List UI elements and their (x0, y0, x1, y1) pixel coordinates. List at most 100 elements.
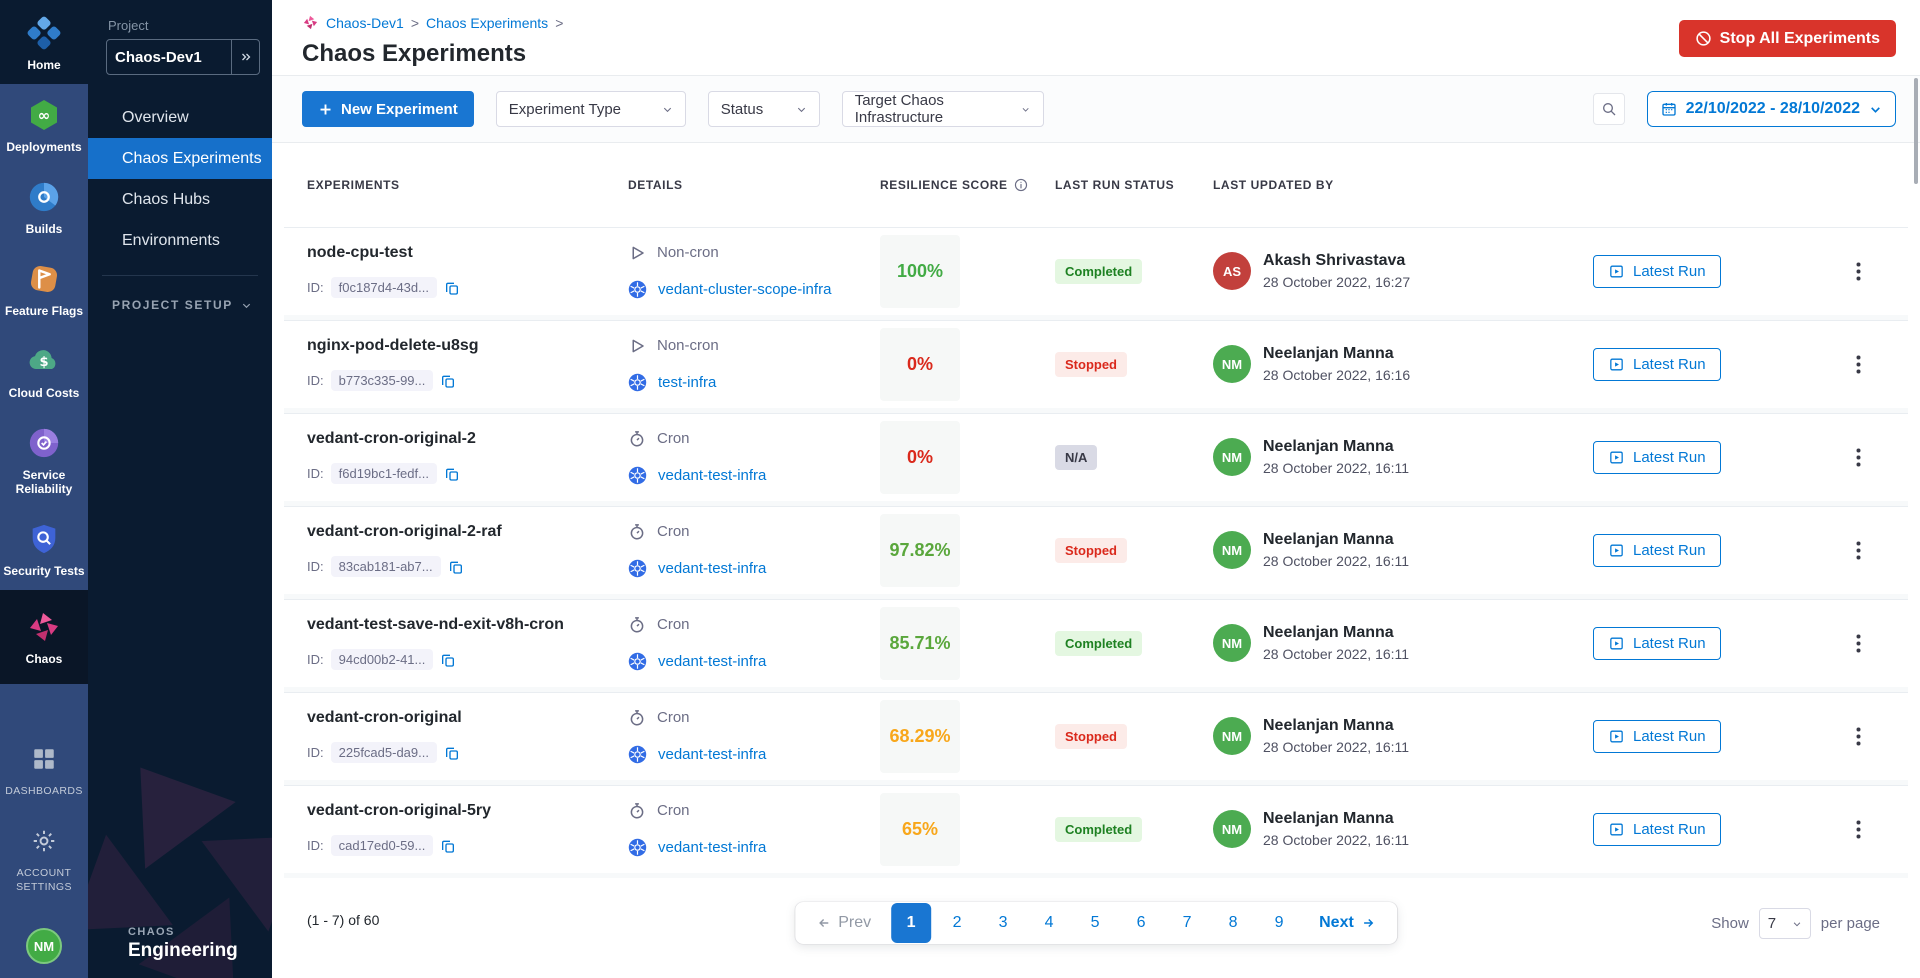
target-infrastructure-filter[interactable]: Target Chaos Infrastructure (842, 91, 1044, 127)
infrastructure-link[interactable]: vedant-test-infra (658, 839, 766, 856)
copy-icon[interactable] (440, 373, 456, 389)
brand-block: CHAOS Engineering (88, 926, 272, 978)
latest-run-button[interactable]: Latest Run (1593, 813, 1721, 846)
pagination-pages: 123456789 (891, 903, 1299, 943)
page-button-9[interactable]: 9 (1259, 903, 1299, 943)
copy-icon[interactable] (444, 466, 460, 482)
project-selector[interactable] (106, 39, 260, 75)
experiment-name-link[interactable]: node-cpu-test (307, 244, 628, 262)
project-name-input[interactable] (107, 49, 231, 66)
arrow-right-icon (1361, 916, 1375, 930)
row-menu-kebab[interactable] (1844, 536, 1872, 564)
nav-module-feature-flags[interactable]: Feature Flags (0, 248, 88, 330)
infrastructure-link[interactable]: test-infra (658, 374, 716, 391)
run-report-icon (1608, 356, 1625, 373)
copy-icon[interactable] (444, 745, 460, 761)
cron-icon (628, 616, 646, 634)
experiment-id-value: f6d19bc1-fedf... (331, 463, 437, 484)
page-size-control: Show 7 per page (1711, 908, 1880, 939)
experiment-id-label: ID: (307, 838, 324, 853)
project-setup-section[interactable]: PROJECT SETUP (88, 276, 272, 312)
copy-icon[interactable] (448, 559, 464, 575)
details-cell: Cron vedant-test-infra (628, 430, 880, 485)
page-button-2[interactable]: 2 (937, 903, 977, 943)
page-button-4[interactable]: 4 (1029, 903, 1069, 943)
copy-icon[interactable] (440, 652, 456, 668)
infrastructure-link[interactable]: vedant-test-infra (658, 467, 766, 484)
nav-module-chaos[interactable]: Chaos (0, 590, 88, 684)
latest-run-button[interactable]: Latest Run (1593, 534, 1721, 567)
page-size-select[interactable]: 7 (1759, 908, 1811, 939)
rail-bottom-group: DASHBOARDS ACCOUNT SETTINGS NM (0, 728, 88, 978)
latest-run-button[interactable]: Latest Run (1593, 255, 1721, 288)
nav-module-service-reliability[interactable]: Service Reliability (0, 412, 88, 508)
row-menu-kebab[interactable] (1844, 629, 1872, 657)
prev-page-button[interactable]: Prev (811, 914, 877, 932)
experiment-name-link[interactable]: vedant-cron-original-2-raf (307, 523, 628, 541)
row-menu-kebab[interactable] (1844, 722, 1872, 750)
pager: Prev 123456789 Next (795, 902, 1397, 944)
sidebar-item-chaos-hubs[interactable]: Chaos Hubs (88, 179, 272, 220)
page-button-5[interactable]: 5 (1075, 903, 1115, 943)
updated-time: 28 October 2022, 16:27 (1263, 274, 1410, 290)
stop-all-experiments-button[interactable]: Stop All Experiments (1679, 20, 1896, 57)
copy-icon[interactable] (440, 838, 456, 854)
experiment-name-link[interactable]: vedant-test-save-nd-exit-v8h-cron (307, 616, 628, 634)
status-cell: Completed (1055, 259, 1213, 284)
page-header: Chaos-Dev1 > Chaos Experiments > Chaos E… (272, 0, 1920, 76)
latest-run-button[interactable]: Latest Run (1593, 720, 1721, 753)
nav-module-deployments[interactable]: ∞ Deployments (0, 84, 88, 166)
breadcrumb-project-link[interactable]: Chaos-Dev1 (326, 15, 404, 31)
next-page-button[interactable]: Next (1313, 914, 1381, 932)
vertical-scrollbar[interactable] (1914, 78, 1918, 184)
row-menu-kebab[interactable] (1844, 257, 1872, 285)
sidebar-item-chaos-experiments[interactable]: Chaos Experiments (88, 138, 272, 179)
nav-account-settings[interactable]: ACCOUNT SETTINGS (0, 810, 88, 906)
experiment-name-link[interactable]: nginx-pod-delete-u8sg (307, 337, 628, 355)
row-menu-cell (1808, 629, 1908, 657)
breadcrumb-experiments-link[interactable]: Chaos Experiments (426, 15, 548, 31)
search-button[interactable] (1593, 93, 1625, 125)
updated-by-cell: NM Neelanjan Manna 28 October 2022, 16:1… (1213, 717, 1593, 755)
nav-dashboards[interactable]: DASHBOARDS (2, 728, 86, 810)
row-menu-kebab[interactable] (1844, 443, 1872, 471)
infrastructure-link[interactable]: vedant-test-infra (658, 653, 766, 670)
row-menu-kebab[interactable] (1844, 350, 1872, 378)
latest-run-button[interactable]: Latest Run (1593, 627, 1721, 660)
kubernetes-icon (628, 373, 647, 392)
sidebar-item-environments[interactable]: Environments (88, 220, 272, 261)
nav-module-security-tests[interactable]: Security Tests (0, 508, 88, 590)
row-menu-cell (1808, 815, 1908, 843)
page-button-1[interactable]: 1 (891, 903, 931, 943)
info-icon[interactable] (1014, 178, 1028, 192)
nav-module-builds[interactable]: Builds (0, 166, 88, 248)
infrastructure-link[interactable]: vedant-test-infra (658, 560, 766, 577)
expand-double-chevron-icon[interactable] (231, 40, 259, 74)
page-button-3[interactable]: 3 (983, 903, 1023, 943)
row-menu-kebab[interactable] (1844, 815, 1872, 843)
user-avatar[interactable]: NM (26, 928, 62, 964)
user-avatar: NM (1213, 438, 1251, 476)
experiment-name-link[interactable]: vedant-cron-original (307, 709, 628, 727)
page-button-7[interactable]: 7 (1167, 903, 1207, 943)
latest-run-button[interactable]: Latest Run (1593, 441, 1721, 474)
chevron-down-icon (241, 300, 252, 311)
experiment-name-link[interactable]: vedant-cron-original-5ry (307, 802, 628, 820)
new-experiment-button[interactable]: New Experiment (302, 91, 474, 127)
nav-module-cloud-costs[interactable]: $ Cloud Costs (0, 330, 88, 412)
date-range-picker[interactable]: 22/10/2022 - 28/10/2022 (1647, 91, 1896, 127)
kubernetes-icon (628, 559, 647, 578)
sidebar-item-overview[interactable]: Overview (88, 97, 272, 138)
page-button-8[interactable]: 8 (1213, 903, 1253, 943)
nav-module-home[interactable]: Home (0, 0, 88, 84)
module-rail: Home ∞ Deployments Builds Feature Flags … (0, 0, 88, 978)
latest-run-button[interactable]: Latest Run (1593, 348, 1721, 381)
infrastructure-link[interactable]: vedant-cluster-scope-infra (658, 281, 831, 298)
page-button-6[interactable]: 6 (1121, 903, 1161, 943)
infrastructure-link[interactable]: vedant-test-infra (658, 746, 766, 763)
status-filter[interactable]: Status (708, 91, 820, 127)
experiment-type-filter[interactable]: Experiment Type (496, 91, 686, 127)
experiment-cell: nginx-pod-delete-u8sg ID: b773c335-99... (307, 337, 628, 391)
copy-icon[interactable] (444, 280, 460, 296)
experiment-name-link[interactable]: vedant-cron-original-2 (307, 430, 628, 448)
